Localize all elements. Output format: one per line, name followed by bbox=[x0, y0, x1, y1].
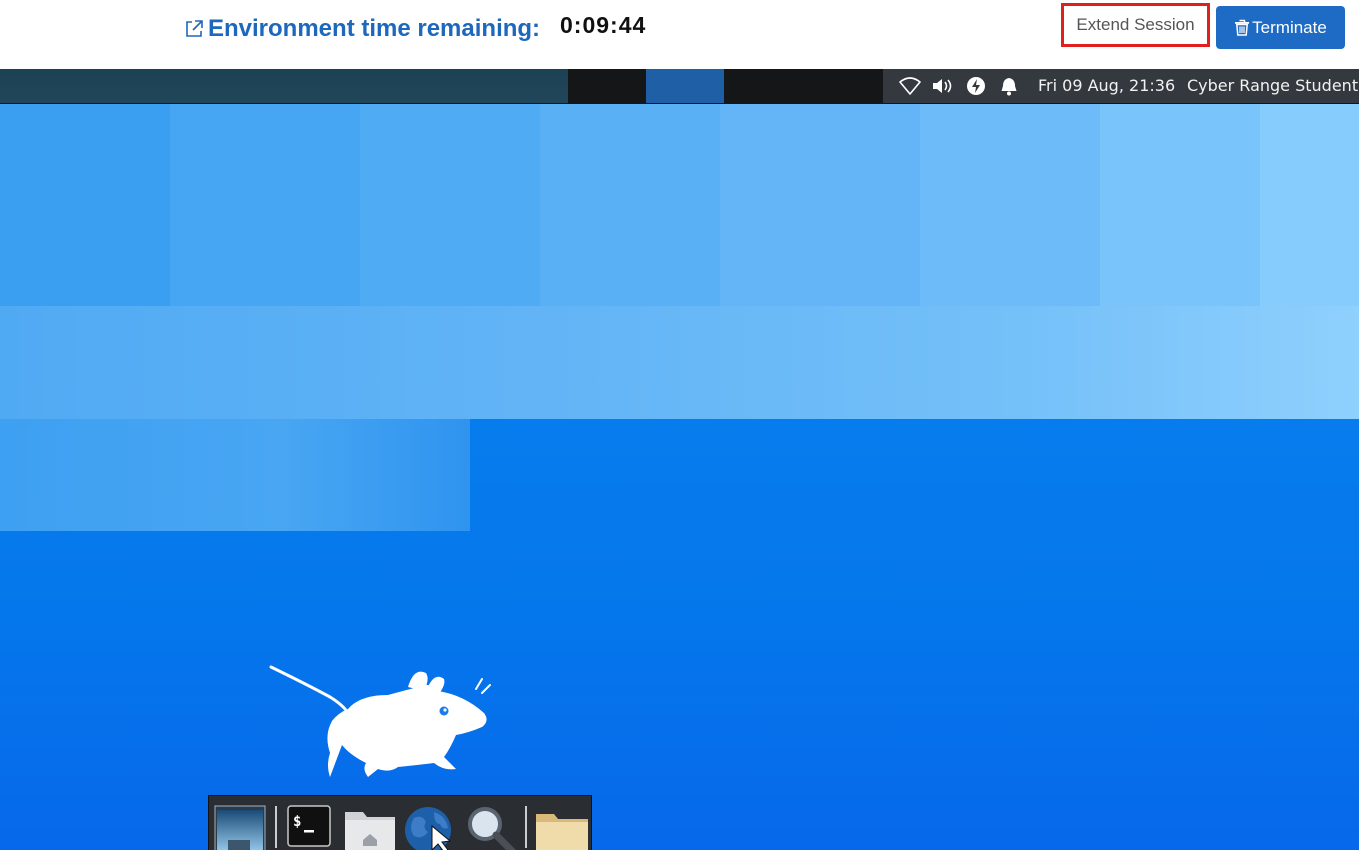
workspace-1[interactable] bbox=[568, 69, 646, 103]
wifi-icon[interactable] bbox=[899, 76, 921, 96]
time-remaining-value: 0:09:44 bbox=[560, 12, 647, 38]
desktop-top-panel: Fri 09 Aug, 21:36 Cyber Range Student bbox=[0, 69, 1359, 104]
wallpaper-band-low bbox=[0, 419, 470, 531]
extend-session-label: Extend Session bbox=[1076, 15, 1195, 34]
panel-clock[interactable]: Fri 09 Aug, 21:36 bbox=[1038, 76, 1175, 95]
remote-desktop[interactable]: Fri 09 Aug, 21:36 Cyber Range Student $ bbox=[0, 69, 1359, 850]
environment-time-label: Environment time remaining: bbox=[208, 15, 541, 42]
extend-session-button[interactable]: Extend Session bbox=[1061, 3, 1210, 47]
volume-icon[interactable] bbox=[931, 76, 953, 96]
trash-icon bbox=[1234, 19, 1250, 36]
workspace-2[interactable] bbox=[646, 69, 724, 103]
terminate-button[interactable]: Terminate bbox=[1216, 6, 1345, 49]
home-folder-icon[interactable] bbox=[343, 804, 395, 850]
external-link-icon bbox=[184, 19, 204, 39]
workspace-4[interactable] bbox=[802, 69, 883, 103]
svg-text:$: $ bbox=[293, 814, 301, 830]
panel-user-name[interactable]: Cyber Range Student bbox=[1187, 76, 1358, 95]
terminal-icon[interactable]: $ bbox=[285, 804, 337, 850]
session-header: Environment time remaining: 0:09:44 Exte… bbox=[0, 0, 1359, 69]
xfce-mouse-logo bbox=[269, 665, 491, 777]
file-manager-icon[interactable] bbox=[535, 804, 588, 850]
power-icon[interactable] bbox=[965, 76, 987, 96]
environment-link[interactable]: Environment time remaining: bbox=[184, 13, 540, 45]
notification-bell-icon[interactable] bbox=[998, 76, 1020, 96]
show-desktop-icon[interactable] bbox=[214, 804, 266, 850]
dock-separator bbox=[525, 806, 527, 848]
terminate-label: Terminate bbox=[1252, 17, 1327, 37]
web-browser-icon[interactable] bbox=[404, 804, 456, 850]
application-dock: $ bbox=[208, 795, 592, 850]
app-finder-icon[interactable] bbox=[465, 804, 517, 850]
workspace-3[interactable] bbox=[724, 69, 802, 103]
dock-separator bbox=[275, 806, 277, 848]
wallpaper-band-mid bbox=[0, 306, 1359, 419]
